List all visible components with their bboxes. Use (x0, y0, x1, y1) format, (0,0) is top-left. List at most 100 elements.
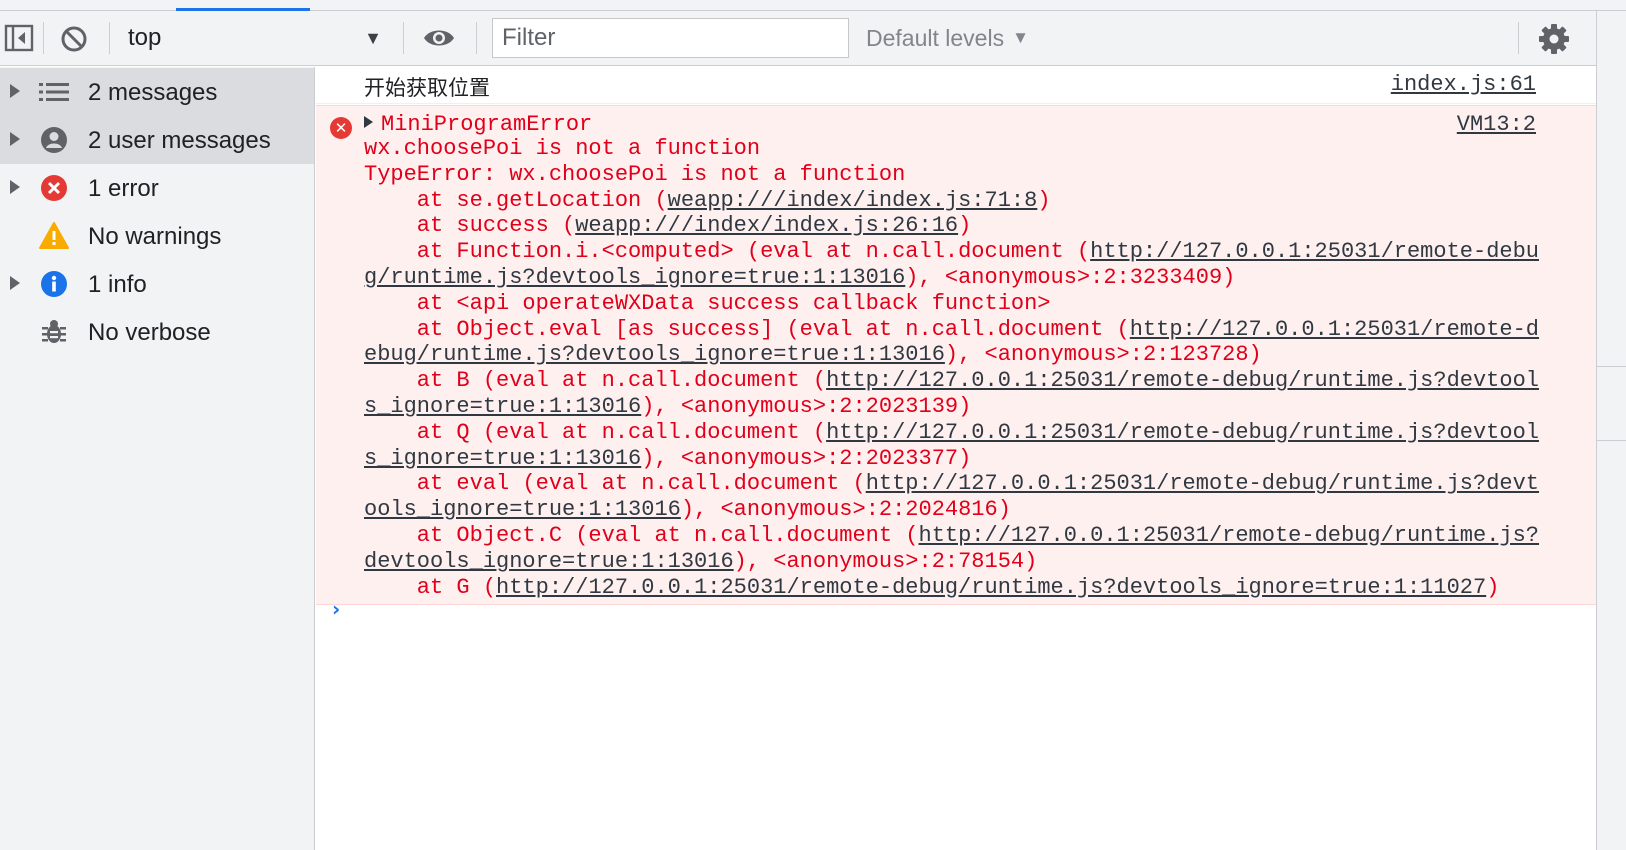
stack-trace-link[interactable]: weapp:///index/index.js:71:8 (668, 188, 1038, 213)
stack-trace-line: at Function.i.<computed> (eval at n.call… (364, 239, 1544, 265)
console-toolbar: top ▼ Default levels ▼ (0, 11, 1596, 66)
stack-trace-line: g/runtime.js?devtools_ignore=true:1:1301… (364, 265, 1544, 291)
stack-trace-text: at B (eval at n.call.document ( (364, 368, 827, 394)
stack-trace-line: s_ignore=true:1:13016), <anonymous>:2:20… (364, 446, 1544, 472)
stack-trace-line: devtools_ignore=true:1:13016), <anonymou… (364, 549, 1544, 575)
source-link[interactable]: VM13:2 (1457, 112, 1536, 137)
stack-trace-text: ), <anonymous>:2:123728) (944, 342, 1262, 368)
console-prompt-icon[interactable]: › (332, 597, 340, 621)
sidebar-item-label: No warnings (88, 223, 222, 250)
stack-trace-text: ) (1037, 187, 1051, 213)
stack-trace-line: ools_ignore=true:1:13016), <anonymous>:2… (364, 497, 1544, 523)
stack-trace-link[interactable]: weapp:///index/index.js:26:16 (575, 213, 958, 238)
filter-input[interactable] (492, 18, 849, 58)
right-gutter (1596, 11, 1626, 850)
stack-trace: wx.choosePoi is not a function TypeError:… (364, 136, 1544, 600)
stack-trace-text: TypeError: wx.choosePoi is not a functio… (364, 161, 906, 187)
context-selector-value: top (128, 24, 162, 51)
stack-trace-line: at G (http://127.0.0.1:25031/remote-debu… (364, 575, 1544, 601)
stack-trace-text: ), <anonymous>:2:2023139) (641, 393, 972, 419)
error-title-text: MiniProgramError (381, 112, 593, 137)
sidebar-item-verbose[interactable]: No verbose (0, 308, 314, 356)
stack-trace-text: ), <anonymous>:2:3233409) (905, 264, 1236, 290)
error-icon: ✕ (330, 117, 352, 139)
error-title[interactable]: MiniProgramError (364, 112, 592, 137)
stack-trace-line: ebug/runtime.js?devtools_ignore=true:1:1… (364, 342, 1544, 368)
bug-icon (38, 317, 70, 347)
stack-trace-text: at eval (eval at n.call.document ( (364, 471, 866, 497)
stack-trace-text: at <api operateWXData success callback f… (364, 290, 1051, 316)
console-sidebar: 2 messages 2 user messages 1 error No wa… (0, 67, 315, 850)
stack-trace-line: s_ignore=true:1:13016), <anonymous>:2:20… (364, 394, 1544, 420)
stack-trace-text: wx.choosePoi is not a function (364, 136, 761, 161)
stack-trace-text: ), <anonymous>:2:78154) (733, 548, 1038, 574)
stack-trace-link[interactable]: ebug/runtime.js?devtools_ignore=true:1:1… (364, 342, 945, 367)
sidebar-item-label: 1 error (88, 175, 159, 202)
expand-arrow-icon[interactable] (10, 276, 20, 290)
stack-trace-link[interactable]: devtools_ignore=true:1:13016 (364, 549, 734, 574)
error-icon (38, 173, 70, 203)
stack-trace-line: TypeError: wx.choosePoi is not a functio… (364, 162, 1544, 188)
stack-trace-link[interactable]: http://127.0.0.1:25031/remote-debug/runt… (919, 523, 1540, 548)
sidebar-toggle-icon[interactable] (4, 24, 34, 52)
list-icon (38, 77, 70, 107)
source-link[interactable]: index.js:61 (1391, 72, 1536, 97)
stack-trace-link[interactable]: http://127.0.0.1:25031/remote-debu (1090, 239, 1539, 264)
stack-trace-text: at Object.C (eval at n.call.document ( (364, 522, 919, 548)
expand-arrow-icon[interactable] (364, 116, 373, 128)
stack-trace-line: at <api operateWXData success callback f… (364, 291, 1544, 317)
stack-trace-link[interactable]: http://127.0.0.1:25031/remote-debug/runt… (866, 471, 1539, 496)
sidebar-item-label: 2 user messages (88, 127, 271, 154)
stack-trace-line: wx.choosePoi is not a function (364, 136, 1544, 162)
sidebar-item-label: No verbose (88, 319, 211, 346)
stack-trace-line: at Object.eval [as success] (eval at n.c… (364, 317, 1544, 343)
stack-trace-link[interactable]: http://127.0.0.1:25031/remote-debug/runt… (826, 368, 1539, 393)
stack-trace-text: ) (958, 213, 972, 239)
sidebar-item-errors[interactable]: 1 error (0, 164, 314, 212)
dropdown-caret-icon: ▼ (1012, 28, 1029, 47)
stack-trace-text: at Function.i.<computed> (eval at n.call… (364, 239, 1091, 265)
eye-icon[interactable] (422, 25, 456, 51)
dropdown-caret-icon: ▼ (364, 27, 382, 48)
stack-trace-text: at G ( (364, 574, 497, 600)
sidebar-item-info[interactable]: 1 info (0, 260, 314, 308)
stack-trace-link[interactable]: g/runtime.js?devtools_ignore=true:1:1301… (364, 265, 905, 290)
sidebar-item-messages[interactable]: 2 messages (0, 68, 314, 116)
stack-trace-text: at success ( (364, 213, 576, 239)
stack-trace-line: at Object.C (eval at n.call.document (ht… (364, 523, 1544, 549)
stack-trace-text: at Object.eval [as success] (eval at n.c… (364, 316, 1130, 342)
stack-trace-text: ), <anonymous>:2:2024816) (680, 497, 1011, 523)
log-levels-dropdown[interactable]: Default levels ▼ (866, 20, 1029, 56)
stack-trace-text: at se.getLocation ( (364, 187, 668, 213)
stack-trace-link[interactable]: http://127.0.0.1:25031/remote-debug/runt… (826, 420, 1539, 445)
expand-arrow-icon[interactable] (10, 132, 20, 146)
sidebar-item-label: 1 info (88, 271, 147, 298)
expand-arrow-icon[interactable] (10, 84, 20, 98)
stack-trace-link[interactable]: http://127.0.0.1:25031/remote-d (1130, 317, 1539, 342)
stack-trace-text: ) (1486, 574, 1500, 600)
sidebar-item-warnings[interactable]: No warnings (0, 212, 314, 260)
gear-icon[interactable] (1538, 23, 1570, 55)
stack-trace-line: at success (weapp:///index/index.js:26:1… (364, 213, 1544, 239)
user-icon (38, 125, 70, 155)
sidebar-item-user-messages[interactable]: 2 user messages (0, 116, 314, 164)
stack-trace-line: at se.getLocation (weapp:///index/index.… (364, 188, 1544, 214)
info-icon (38, 269, 70, 299)
stack-trace-link[interactable]: http://127.0.0.1:25031/remote-debug/runt… (496, 575, 1486, 600)
stack-trace-line: at B (eval at n.call.document (http://12… (364, 368, 1544, 394)
stack-trace-link[interactable]: ools_ignore=true:1:13016 (364, 497, 681, 522)
console-log-message: 开始获取位置 index.js:61 (316, 67, 1596, 104)
stack-trace-link[interactable]: s_ignore=true:1:13016 (364, 394, 641, 419)
console-messages: 开始获取位置 index.js:61 ✕ MiniProgramError VM… (316, 67, 1596, 850)
expand-arrow-icon[interactable] (10, 180, 20, 194)
console-error-message: ✕ MiniProgramError VM13:2 wx.choosePoi i… (316, 105, 1596, 605)
context-selector[interactable]: top ▼ (118, 20, 390, 56)
sidebar-item-label: 2 messages (88, 79, 218, 106)
stack-trace-line: at eval (eval at n.call.document (http:/… (364, 471, 1544, 497)
log-message-text: 开始获取位置 (364, 77, 490, 100)
top-tab-strip (0, 0, 1626, 11)
clear-console-icon[interactable] (59, 24, 89, 54)
log-levels-label: Default levels (866, 24, 1005, 51)
stack-trace-text: ), <anonymous>:2:2023377) (641, 445, 972, 471)
stack-trace-link[interactable]: s_ignore=true:1:13016 (364, 446, 641, 471)
